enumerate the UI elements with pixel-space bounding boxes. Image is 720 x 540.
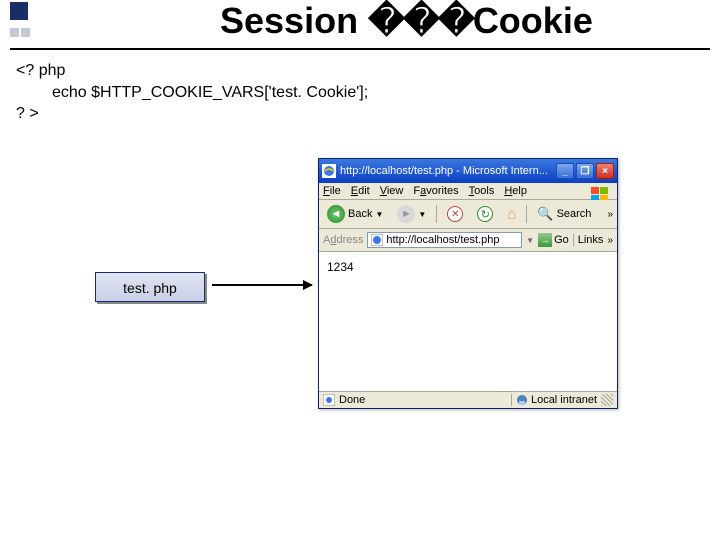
code-line-3: ? > <box>16 103 368 125</box>
menu-tools[interactable]: Tools <box>469 185 495 197</box>
minimize-button[interactable]: _ <box>556 163 574 179</box>
address-label: Address <box>323 234 363 246</box>
toolbar-separator-2 <box>526 205 527 223</box>
address-dropdown-icon[interactable]: ▼ <box>526 236 534 245</box>
slide-title: Session ���Cookie <box>220 0 593 42</box>
stop-button[interactable]: ✕ <box>443 204 467 224</box>
menu-favorites[interactable]: Favorites <box>413 185 458 197</box>
links-label[interactable]: Links <box>573 234 604 246</box>
go-button[interactable]: →Go <box>538 233 569 247</box>
slide-bullet-decor <box>10 2 32 42</box>
title-right: Cookie <box>473 0 593 41</box>
forward-button[interactable]: ►▼ <box>393 203 430 225</box>
resize-grip-icon[interactable] <box>601 394 613 406</box>
home-button[interactable]: ⌂ <box>503 204 520 225</box>
search-label: Search <box>557 208 592 220</box>
nav-toolbar: ◄Back▼ ►▼ ✕ ↻ ⌂ 🔍Search » <box>319 200 617 229</box>
status-text: Done <box>339 394 507 406</box>
zone-text: Local intranet <box>531 394 597 406</box>
links-overflow-icon[interactable]: » <box>607 235 613 246</box>
menu-bar: File Edit View Favorites Tools Help <box>319 183 617 200</box>
menu-view[interactable]: View <box>380 185 404 197</box>
close-button[interactable]: × <box>596 163 614 179</box>
php-code-block: <? php echo $HTTP_COOKIE_VARS['test. Coo… <box>16 60 368 125</box>
title-placeholder-boxes: ��� <box>368 0 473 41</box>
menu-edit[interactable]: Edit <box>351 185 370 197</box>
toolbar-separator <box>436 205 437 223</box>
address-input[interactable]: http://localhost/test.php <box>367 232 522 248</box>
address-url: http://localhost/test.php <box>386 234 499 246</box>
back-button[interactable]: ◄Back▼ <box>323 203 387 225</box>
toolbar-overflow-icon[interactable]: » <box>607 209 613 220</box>
arrow-to-browser <box>212 284 312 286</box>
code-line-1: <? php <box>16 60 368 82</box>
title-divider <box>10 48 710 50</box>
window-title: http://localhost/test.php - Microsoft In… <box>340 165 556 177</box>
go-label: Go <box>554 234 569 246</box>
intranet-icon <box>516 394 528 406</box>
ie-icon <box>322 164 336 178</box>
title-left: Session <box>220 0 368 41</box>
refresh-button[interactable]: ↻ <box>473 204 497 224</box>
page-content: 1234 <box>319 252 617 392</box>
filename-label: test. php <box>95 272 205 302</box>
titlebar[interactable]: http://localhost/test.php - Microsoft In… <box>319 159 617 183</box>
page-icon <box>371 234 383 246</box>
zone-indicator: Local intranet <box>511 394 597 406</box>
address-bar: Address http://localhost/test.php ▼ →Go … <box>319 229 617 252</box>
menu-help[interactable]: Help <box>504 185 527 197</box>
browser-window: http://localhost/test.php - Microsoft In… <box>318 158 618 409</box>
menu-file[interactable]: File <box>323 185 341 197</box>
status-bar: Done Local intranet <box>319 392 617 408</box>
maximize-button[interactable]: ❐ <box>576 163 594 179</box>
search-button[interactable]: 🔍Search <box>533 204 595 224</box>
output-text: 1234 <box>327 260 354 274</box>
code-line-2: echo $HTTP_COOKIE_VARS['test. Cookie']; <box>16 82 368 104</box>
done-icon <box>323 394 335 406</box>
back-label: Back <box>348 208 372 220</box>
